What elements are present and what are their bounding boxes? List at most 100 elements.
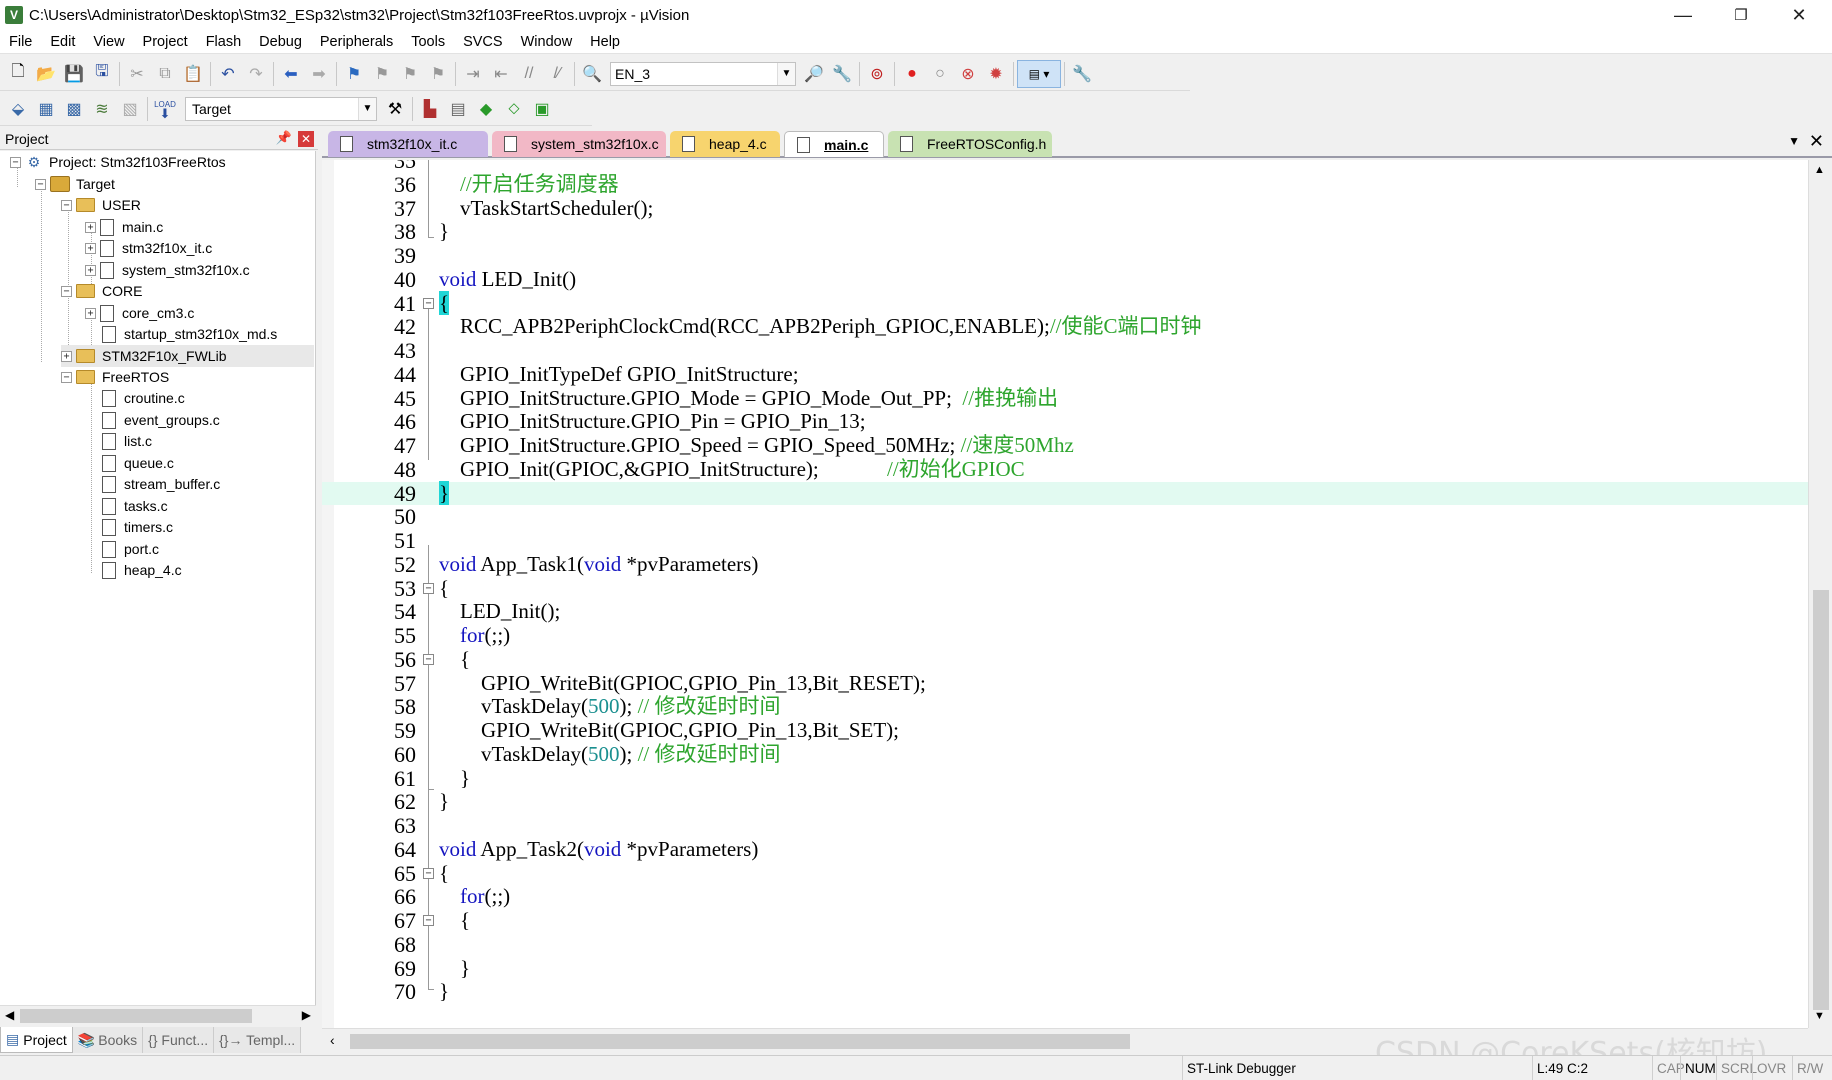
menu-tools[interactable]: Tools [402,30,454,54]
tab-project[interactable]: ▤ Project [0,1027,73,1053]
menu-project[interactable]: Project [134,30,197,54]
save-icon[interactable]: 💾 [60,60,88,88]
expand-icon[interactable]: + [85,307,96,319]
group-freertos[interactable]: − FreeRTOS [61,366,169,388]
file-node[interactable]: event_groups.c [102,409,220,431]
manage-multi-project-icon[interactable]: ▤ [444,95,472,123]
tab-main[interactable]: main.c [784,131,884,157]
paste-icon[interactable]: 📋 [179,60,207,88]
project-horizontal-scrollbar[interactable]: ◀ ▶ [0,1005,316,1025]
collapse-icon[interactable]: − [61,199,72,211]
editor-horizontal-scrollbar[interactable]: ‹ [322,1028,1808,1052]
nav-back-icon[interactable]: ⬅ [277,60,305,88]
close-tab-icon[interactable]: ✕ [1809,131,1824,152]
pack-installer-icon[interactable]: ◆ [472,95,500,123]
breakpoint-insert-icon[interactable]: ● [898,60,926,88]
tab-functions[interactable]: {} Funct... [143,1027,215,1053]
breakpoint-enable-icon[interactable]: ○ [926,60,954,88]
file-node[interactable]: tasks.c [102,495,168,517]
manage-project-items-icon[interactable]: ▙ [416,95,444,123]
minimize-button[interactable]: — [1654,0,1712,30]
stop-build-icon[interactable]: ▧ [116,95,144,123]
tab-books[interactable]: 📚 Books [72,1027,144,1053]
file-node[interactable]: + core_cm3.c [85,302,194,324]
scroll-right-icon[interactable]: ▶ [302,1008,311,1022]
scroll-thumb[interactable] [350,1034,1130,1049]
tab-list-dropdown-icon[interactable]: ▼ [1788,134,1800,148]
restore-button[interactable]: ❐ [1712,0,1770,30]
translate-icon[interactable]: ⬙ [4,95,32,123]
new-file-icon[interactable]: 🗋 [4,60,32,88]
uncomment-icon[interactable]: /∕ [543,60,571,88]
file-node[interactable]: + stm32f10x_it.c [85,237,212,259]
select-packs-icon[interactable]: ⬦ [500,95,528,123]
tab-templates[interactable]: {}→ Templ... [214,1027,302,1053]
download-load-icon[interactable]: LOAD ⬇ [151,95,179,123]
editor-vertical-scrollbar[interactable]: ▲ ▼ [1808,160,1832,1028]
tab-freertosconfig[interactable]: FreeRTOSConfig.h [888,131,1052,157]
build-icon[interactable]: ▦ [32,95,60,123]
file-node[interactable]: + main.c [85,216,163,238]
collapse-icon[interactable]: − [10,156,21,168]
undo-icon[interactable]: ↶ [214,60,242,88]
scroll-left-icon[interactable]: ‹ [330,1032,335,1048]
file-node[interactable]: startup_stm32f10x_md.s [102,323,277,345]
indent-icon[interactable]: ⇥ [459,60,487,88]
close-panel-icon[interactable]: ✕ [298,131,314,147]
pin-icon[interactable]: 📌 [276,130,292,146]
menu-file[interactable]: File [0,30,41,54]
chevron-down-icon[interactable]: ▼ [777,62,795,85]
nav-forward-icon[interactable]: ➡ [305,60,333,88]
menu-help[interactable]: Help [581,30,629,54]
batch-build-icon[interactable]: ≋ [88,95,116,123]
open-file-icon[interactable]: 📂 [32,60,60,88]
bookmark-toggle-icon[interactable]: ⚑ [340,60,368,88]
breakpoint-disable-all-icon[interactable]: ⊗ [954,60,982,88]
group-core[interactable]: − CORE [61,280,142,302]
expand-icon[interactable]: + [85,221,96,233]
file-node[interactable]: queue.c [102,452,174,474]
expand-icon[interactable]: + [85,264,96,276]
incremental-find-icon[interactable]: 🔧 [828,60,856,88]
file-node[interactable]: + system_stm32f10x.c [85,259,250,281]
menu-peripherals[interactable]: Peripherals [311,30,402,54]
copy-icon[interactable]: ⧉ [151,60,179,88]
file-node[interactable]: heap_4.c [102,559,182,581]
expand-icon[interactable]: + [61,350,72,362]
group-fwlib[interactable]: + STM32F10x_FWLib [61,345,314,367]
project-root-node[interactable]: − ⚙ Project: Stm32f103FreeRtos [10,151,226,173]
run-time-environment-icon[interactable]: ▣ [528,95,556,123]
scroll-left-icon[interactable]: ◀ [5,1008,14,1022]
find-combo[interactable]: EN_3 ▼ [610,61,796,86]
scroll-thumb[interactable] [20,1009,252,1023]
save-all-icon[interactable]: 🖫 [88,60,116,88]
target-node[interactable]: − Target [35,173,115,195]
menu-svcs[interactable]: SVCS [454,30,512,54]
redo-icon[interactable]: ↷ [242,60,270,88]
bookmark-next-icon[interactable]: ⚑ [396,60,424,88]
configure-icon[interactable]: 🔧 [1068,60,1096,88]
scroll-down-icon[interactable]: ▼ [1814,1010,1825,1022]
menu-flash[interactable]: Flash [197,30,250,54]
menu-debug[interactable]: Debug [250,30,311,54]
close-window-button[interactable]: ✕ [1770,0,1828,30]
target-options-icon[interactable]: ⚒ [381,95,409,123]
file-node[interactable]: port.c [102,538,159,560]
find-icon[interactable]: 🔎 [800,60,828,88]
collapse-icon[interactable]: − [61,285,72,297]
unindent-icon[interactable]: ⇤ [487,60,515,88]
group-user[interactable]: − USER [61,194,141,216]
fold-collapse-icon[interactable]: − [423,582,434,594]
cut-icon[interactable]: ✂ [123,60,151,88]
window-layout-icon[interactable]: ▤ ▾ [1017,59,1061,88]
file-node[interactable]: croutine.c [102,387,185,409]
file-node[interactable]: timers.c [102,516,173,538]
bookmark-prev-icon[interactable]: ⚑ [368,60,396,88]
chevron-down-icon[interactable]: ▼ [358,97,376,120]
fold-collapse-icon[interactable]: − [423,297,434,309]
fold-collapse-icon[interactable]: − [423,867,434,879]
bookmark-clear-icon[interactable]: ⚑ [424,60,452,88]
file-node[interactable]: stream_buffer.c [102,473,220,495]
scroll-up-icon[interactable]: ▲ [1814,164,1825,176]
menu-edit[interactable]: Edit [41,30,84,54]
